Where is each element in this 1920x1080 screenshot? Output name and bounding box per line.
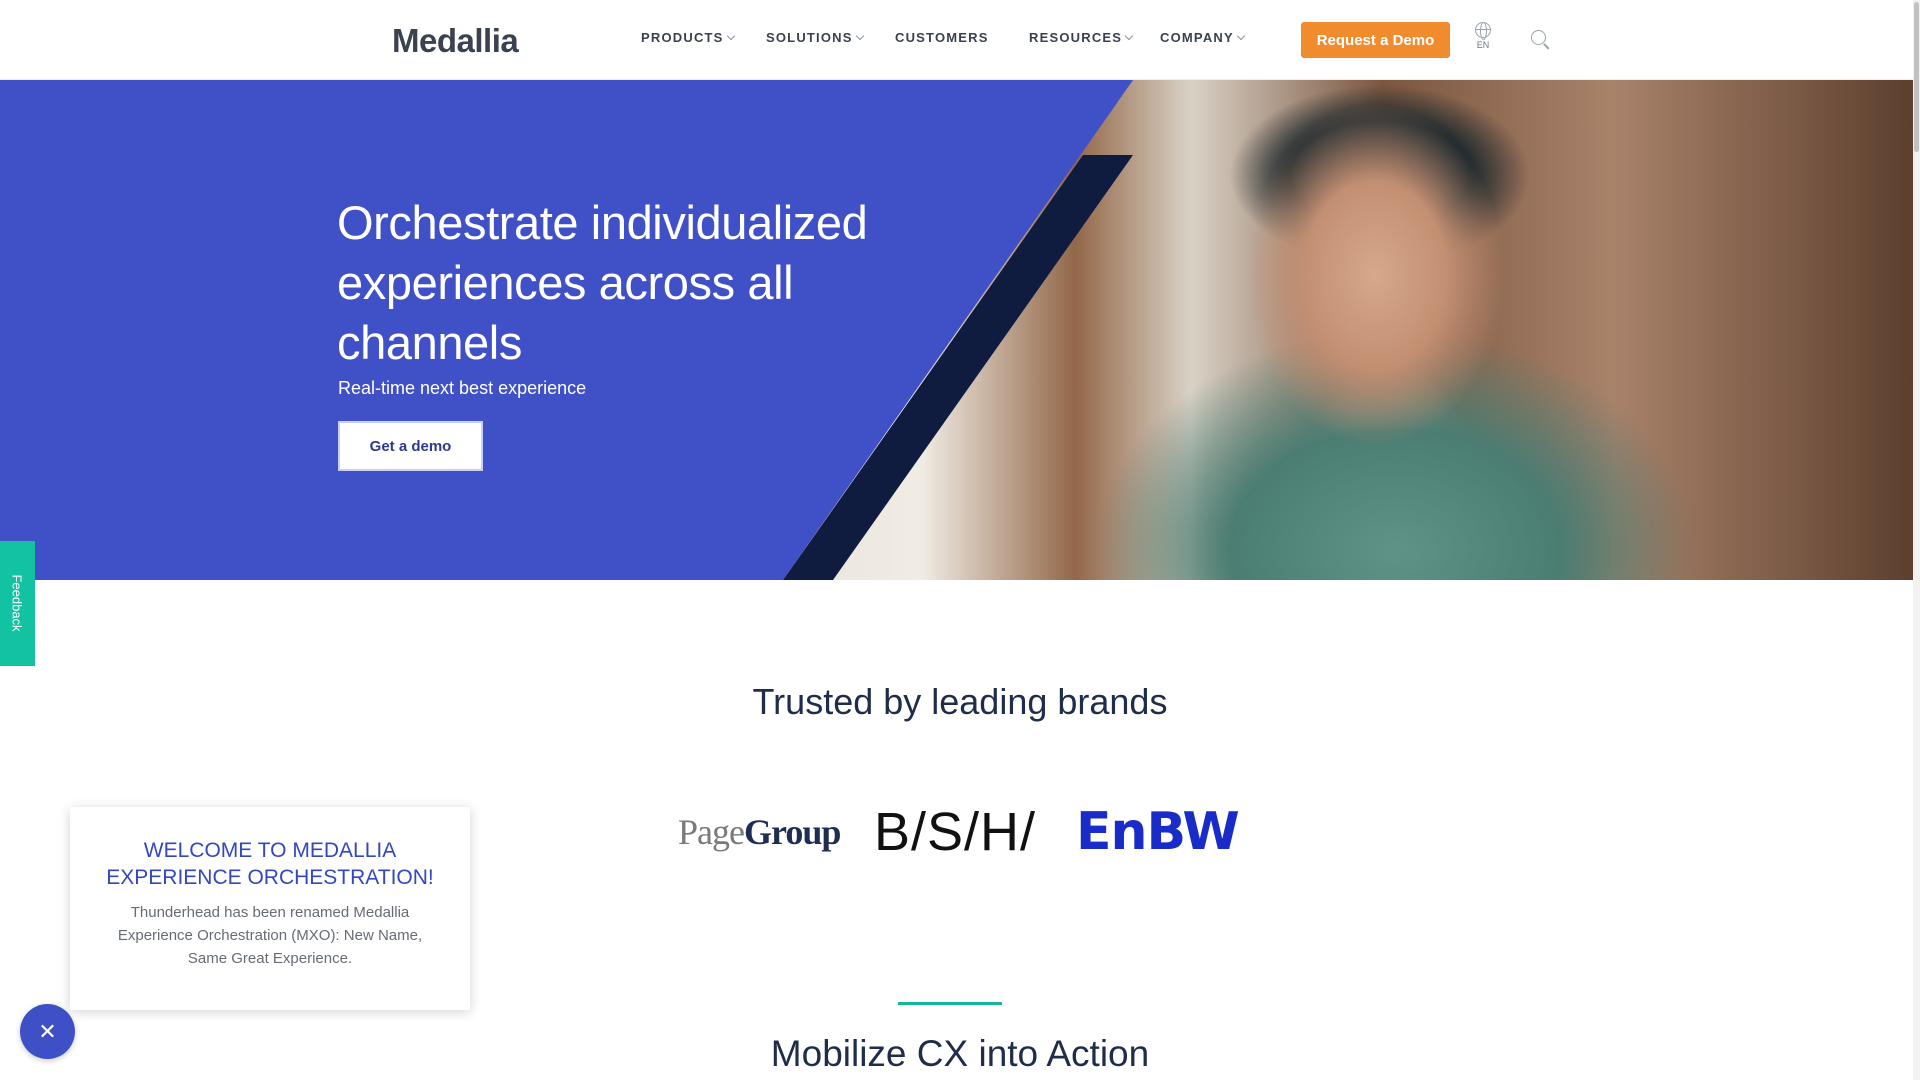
language-selector[interactable]: EN	[1472, 22, 1494, 50]
pagegroup-logo: Page Group	[678, 802, 841, 862]
request-demo-button[interactable]: Request a Demo	[1301, 22, 1450, 58]
chevron-down-icon	[1236, 31, 1246, 41]
nav-label: COMPANY	[1160, 30, 1234, 45]
nav-resources[interactable]: RESOURCES	[1029, 30, 1134, 45]
feedback-label: Feedback	[9, 574, 25, 632]
get-demo-button[interactable]: Get a demo	[338, 421, 483, 471]
scrollbar-thumb[interactable]	[1914, 2, 1919, 152]
search-icon-handle	[1543, 43, 1550, 50]
chevron-down-icon	[1124, 31, 1134, 41]
chevron-down-icon	[855, 31, 864, 41]
nav-products[interactable]: PRODUCTS	[641, 30, 735, 45]
nav-label: PRODUCTS	[641, 30, 724, 45]
medallia-logo[interactable]: Medallia	[392, 22, 519, 60]
pagegroup-logo-part-1: Page	[678, 812, 745, 852]
popup-body: Thunderhead has been renamed Medallia Ex…	[117, 904, 423, 967]
nav-company[interactable]: COMPANY	[1160, 30, 1246, 45]
chevron-down-icon	[726, 31, 735, 41]
popup-title: WELCOME TO MEDALLIA EXPERIENCE ORCHESTRA…	[106, 839, 434, 889]
feedback-tab[interactable]: Feedback	[0, 541, 35, 666]
globe-icon	[1475, 22, 1491, 40]
nav-solutions[interactable]: SOLUTIONS	[766, 30, 864, 45]
nav-label: CUSTOMERS	[895, 30, 989, 45]
nav-customers[interactable]: CUSTOMERS	[895, 30, 989, 45]
hero-title: Orchestrate individualized experiences a…	[337, 196, 868, 369]
mobilize-heading: Mobilize CX into Action	[770, 1033, 1150, 1074]
nav-label: RESOURCES	[1029, 30, 1123, 45]
search-button[interactable]	[1531, 30, 1550, 50]
language-code: EN	[1476, 40, 1490, 50]
site-header: Medallia PRODUCTS SOLUTIONS CUSTOMERS RE…	[0, 0, 1920, 80]
nav-label: SOLUTIONS	[766, 30, 853, 45]
trusted-heading: Trusted by leading brands	[752, 681, 1168, 722]
hero-subtitle: Real-time next best experience	[338, 378, 587, 398]
section-divider	[898, 1002, 1002, 1005]
page-scrollbar[interactable]	[1913, 0, 1920, 1080]
hero-section: Orchestrate individualized experiences a…	[0, 80, 1920, 580]
enbw-logo: EnBW	[1076, 802, 1240, 862]
pagegroup-logo-part-2: Group	[743, 812, 841, 852]
welcome-popup: WELCOME TO MEDALLIA EXPERIENCE ORCHESTRA…	[70, 807, 470, 1010]
bsh-logo: B/S/H/	[874, 802, 1037, 862]
